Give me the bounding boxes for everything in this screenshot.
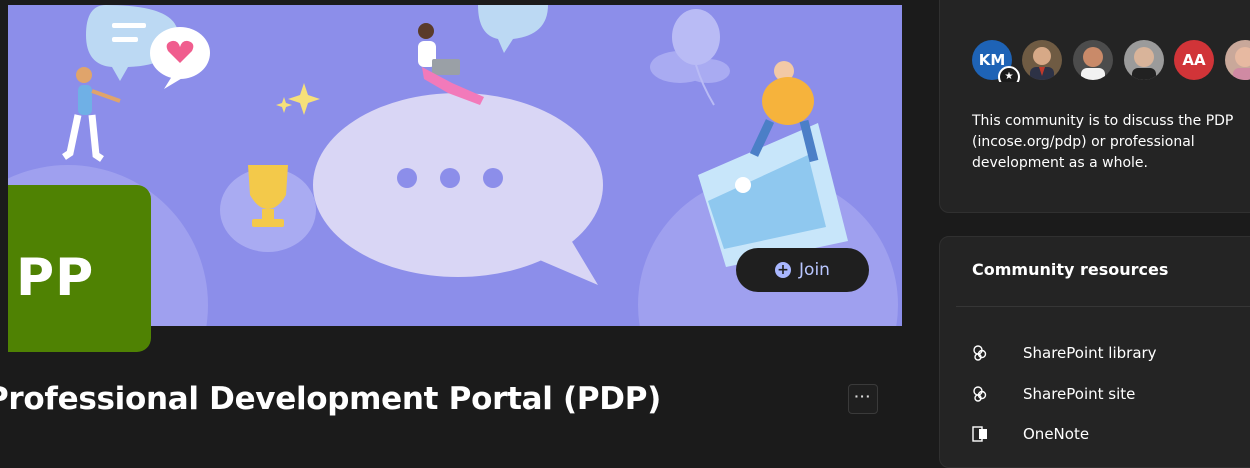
resource-sharepoint-site[interactable]: SharePoint site <box>972 382 1250 406</box>
member-photo-icon <box>1073 40 1113 80</box>
avatar-photo[interactable] <box>1073 40 1113 80</box>
community-title-text: Professional Development Portal (PDP) <box>0 381 662 417</box>
sharepoint-icon <box>973 386 987 402</box>
member-avatars: KM ★ AA <box>972 40 1250 82</box>
avatar-aa-initials: AA <box>1182 51 1206 69</box>
resource-label: OneNote <box>1023 425 1090 443</box>
avatar-aa[interactable]: AA <box>1174 40 1214 80</box>
resource-label: SharePoint site <box>1023 385 1136 403</box>
more-options-button[interactable]: ··· <box>848 384 878 414</box>
community-main-column: PP + Join Professional Development Porta… <box>0 0 922 435</box>
member-photo-icon <box>1124 40 1164 80</box>
join-button-label: Join <box>799 260 830 280</box>
avatar-photo[interactable] <box>1022 40 1062 80</box>
resource-label: SharePoint library <box>1023 344 1157 362</box>
join-button[interactable]: + Join <box>736 248 869 292</box>
avatar-km-initials: KM <box>978 51 1006 69</box>
divider <box>956 306 1250 307</box>
community-logo: PP <box>8 185 151 352</box>
community-title: Professional Development Portal (PDP) <box>0 381 830 425</box>
resource-sharepoint-library[interactable]: SharePoint library <box>972 341 1250 365</box>
resources-title: Community resources <box>972 260 1169 279</box>
community-logo-initials: PP <box>16 248 95 308</box>
onenote-icon <box>972 426 987 442</box>
avatar-photo[interactable] <box>1124 40 1164 80</box>
community-description: This community is to discuss the PDP (in… <box>972 113 1234 171</box>
avatar-photo[interactable] <box>1225 40 1250 80</box>
star-icon: ★ <box>998 66 1020 82</box>
resource-onenote[interactable]: OneNote <box>972 422 1250 446</box>
plus-icon: + <box>775 262 792 278</box>
about-card <box>939 0 1250 213</box>
more-options-icon: ··· <box>854 388 872 404</box>
member-photo-icon <box>1225 40 1250 80</box>
sharepoint-icon <box>973 345 987 361</box>
member-photo-icon <box>1022 40 1062 80</box>
